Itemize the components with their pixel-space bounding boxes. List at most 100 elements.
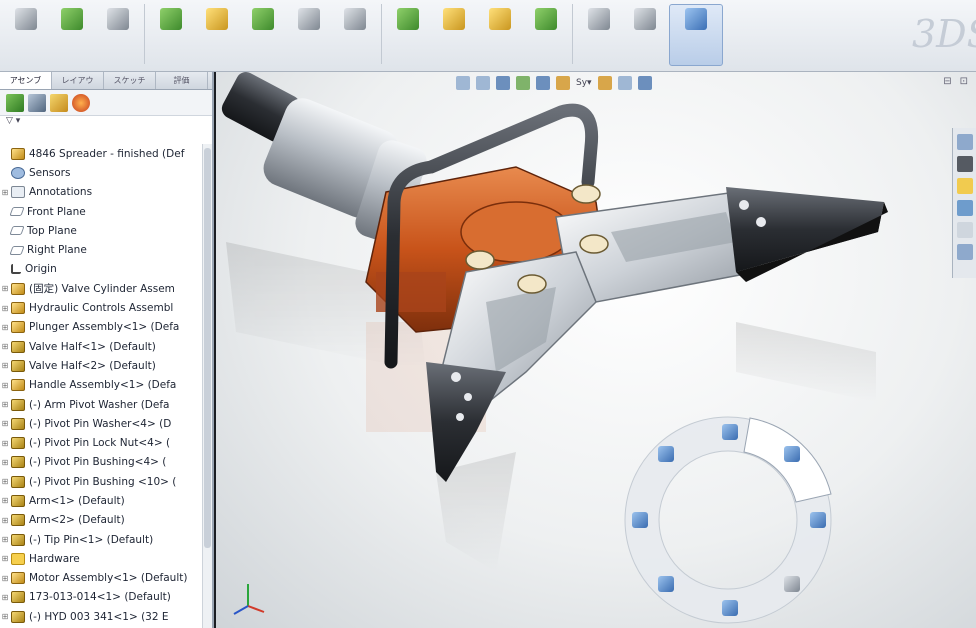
linear-pattern-button[interactable] [149,4,193,66]
feature-manager-tree-icon[interactable] [6,93,24,112]
edit-appearance-icon[interactable] [597,76,612,90]
tree-item[interactable]: ⊞ Motor Assembly<1> (Default) [0,569,202,588]
expand-toggle-icon[interactable]: ⊞ [0,439,10,448]
expand-toggle-icon[interactable]: ⊞ [0,361,10,370]
smart-fasteners-button[interactable] [195,4,239,66]
explode-line-sketch-button[interactable] [577,4,621,66]
expand-toggle-icon[interactable]: ⊞ [0,381,10,390]
expand-toggle-icon[interactable]: ⊞ [0,574,10,583]
expand-toggle-icon[interactable]: ⊞ [0,593,10,602]
tree-item[interactable]: ⊞ (-) Pivot Pin Bushing<4> ( [0,453,202,472]
tree-item[interactable]: ⊞ Valve Half<1> (Default) [0,337,202,356]
resources-icon[interactable] [956,134,973,150]
configuration-manager-icon[interactable] [50,93,68,112]
view-orientation-icon[interactable] [536,76,550,90]
tree-item[interactable]: ⊞ Annotations [0,183,202,202]
graphics-viewport[interactable]: Sy▾ ⊟ ⊡ [216,72,976,628]
spreader-model[interactable] [216,72,976,628]
radial-top-view-icon[interactable] [722,424,738,440]
expand-toggle-icon[interactable]: ⊞ [0,535,10,544]
mate-button[interactable] [96,4,140,66]
expand-toggle-icon[interactable]: ⊞ [0,304,10,313]
expand-toggle-icon[interactable]: ⊞ [0,323,10,332]
display-style-icon[interactable] [556,76,570,90]
section-view-icon[interactable] [516,76,530,90]
upper-jaw-tip [726,187,888,282]
expand-toggle-icon[interactable]: ⊞ [0,496,10,505]
tree-item[interactable]: 4846 Spreader - finished (Def [0,144,202,163]
radial-left-view-icon[interactable] [632,512,648,528]
instant3d-button[interactable] [669,4,723,66]
tree-item[interactable]: Front Plane [0,202,202,221]
tree-item[interactable]: Top Plane [0,221,202,240]
exploded-view-icon [535,8,557,30]
zoom-to-area-icon[interactable] [476,76,490,90]
tree-item[interactable]: ⊞ (-) HYD 003 341<1> (32 E [0,607,202,626]
tree-item[interactable]: ⊞ (-) Pivot Pin Lock Nut<4> ( [0,433,202,452]
tree-item[interactable]: ⊞ (-) Arm Pivot Washer (Defa [0,395,202,414]
reference-geometry-button[interactable] [386,4,430,66]
hide-show-items-menu[interactable]: Sy▾ [576,78,592,88]
tree-item[interactable]: Origin [0,260,202,279]
tree-item[interactable]: ⊞ (-) Pivot Pin Bushing <10> ( [0,472,202,491]
view-palette-icon[interactable] [956,200,973,216]
expand-toggle-icon[interactable]: ⊞ [0,419,10,428]
move-component-button[interactable] [241,4,285,66]
property-manager-icon[interactable] [28,93,46,112]
radial-zoom-icon[interactable] [784,576,800,592]
expand-toggle-icon[interactable]: ⊞ [0,284,10,293]
expand-toggle-icon[interactable]: ⊞ [0,342,10,351]
view-settings-icon[interactable] [637,76,652,90]
file-explorer-icon[interactable] [956,178,973,194]
radial-front-view-icon[interactable] [658,446,674,462]
expand-toggle-icon[interactable]: ⊞ [0,400,10,409]
previous-view-icon[interactable] [496,76,510,90]
exploded-view-button[interactable] [524,4,568,66]
component-button[interactable] [4,4,48,66]
expand-toggle-icon[interactable]: ⊞ [0,458,10,467]
radial-right-view-icon[interactable] [810,512,826,528]
tree-item[interactable]: ⊞ Valve Half<2> (Default) [0,356,202,375]
tree-item[interactable]: ⊞ 173-013-014<1> (Default) [0,588,202,607]
display-manager-icon[interactable] [72,93,90,112]
new-motion-study-button[interactable] [432,4,476,66]
insert-component-button[interactable] [50,4,94,66]
tree-item[interactable]: ⊞ (-) Tip Pin<1> (Default) [0,530,202,549]
restore-icon[interactable]: ⊡ [960,76,968,87]
panel-tab[interactable]: アセンブ [0,72,52,89]
expand-toggle-icon[interactable]: ⊞ [0,554,10,563]
appearances-icon[interactable] [956,222,973,238]
radial-trimetric-view-icon[interactable] [658,576,674,592]
panel-tab[interactable]: スケッチ [104,72,156,89]
expand-toggle-icon[interactable]: ⊞ [0,612,10,621]
tree-item[interactable]: ⊞ Handle Assembly<1> (Defa [0,376,202,395]
tree-scrollbar[interactable] [202,144,212,628]
design-library-icon[interactable] [956,156,973,172]
expand-toggle-icon[interactable]: ⊞ [0,516,10,525]
tree-item[interactable]: ⊞ Hydraulic Controls Assembl [0,298,202,317]
interference-detection-button[interactable] [623,4,667,66]
apply-scene-icon[interactable] [617,76,632,90]
tree-item[interactable]: Sensors [0,163,202,182]
radial-bottom-view-icon[interactable] [722,600,738,616]
custom-properties-icon[interactable] [956,244,973,260]
bill-of-materials-button[interactable] [478,4,522,66]
tree-item[interactable]: ⊞ Arm<2> (Default) [0,511,202,530]
tree-item[interactable]: ⊞ Hardware [0,549,202,568]
tree-item[interactable]: Right Plane [0,240,202,259]
assembly-features-button[interactable] [333,4,377,66]
tree-item[interactable]: ⊞ (固定) Valve Cylinder Assem [0,279,202,298]
radial-isometric-view-icon[interactable] [784,446,800,462]
tree-item[interactable]: ⊞ Plunger Assembly<1> (Defa [0,318,202,337]
panel-tab[interactable]: レイアウ [52,72,104,89]
expand-toggle-icon[interactable]: ⊞ [0,477,10,486]
minimize-icon[interactable]: ⊟ [943,76,951,87]
expand-toggle-icon[interactable]: ⊞ [0,188,10,197]
show-hidden-button[interactable] [287,4,331,66]
tree-item[interactable]: ⊞ Arm<1> (Default) [0,491,202,510]
scrollbar-thumb[interactable] [204,148,211,548]
tree-filter[interactable]: ▽ ▾ [0,116,212,130]
zoom-to-fit-icon[interactable] [456,76,470,90]
tree-item[interactable]: ⊞ (-) Pivot Pin Washer<4> (D [0,414,202,433]
panel-tab[interactable]: 評価 [156,72,208,89]
